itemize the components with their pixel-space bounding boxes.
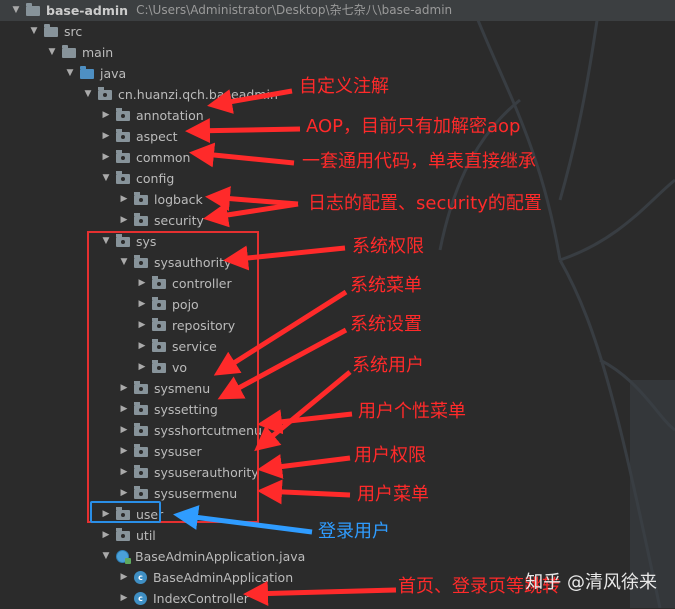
arrow-sysuserauthority — [257, 454, 351, 479]
class-icon — [134, 592, 147, 605]
package-icon — [116, 107, 130, 121]
package-icon — [116, 527, 130, 541]
sys-highlight-box — [87, 231, 259, 523]
tree-item-label: security — [154, 213, 204, 228]
package-icon — [134, 191, 148, 205]
zhihu-watermark: 知乎 @清风徐来 — [525, 572, 657, 593]
tree-item-label: src — [64, 24, 83, 39]
arrow-security — [203, 201, 299, 228]
tree-item-logback[interactable]: ▶ logback — [118, 189, 203, 210]
expand-right-icon[interactable]: ▶ — [118, 210, 130, 231]
tree-item-label: config — [136, 171, 175, 186]
tree-item-base-admin[interactable]: ▼ base-admin C:\Users\Administrator\Deskto… — [10, 0, 452, 21]
tree-item-label: aspect — [136, 129, 178, 144]
tree-item-label: BaseAdminApplication.java — [135, 549, 306, 564]
expand-right-icon[interactable]: ▶ — [100, 147, 112, 168]
expand-down-icon[interactable]: ▼ — [46, 42, 58, 63]
package-icon — [116, 149, 130, 163]
tree-item-java[interactable]: ▼ java — [64, 63, 126, 84]
expand-down-icon[interactable]: ▼ — [100, 168, 112, 189]
folder-icon — [26, 2, 40, 16]
arrow-common — [189, 142, 295, 168]
expand-right-icon[interactable]: ▶ — [118, 567, 130, 588]
tree-item-label: cn.huanzi.qch.baseadmin — [118, 87, 278, 102]
tree-item-common[interactable]: ▶ common — [100, 147, 190, 168]
annotation-label-syssetting: 系统设置 — [350, 314, 422, 335]
tree-item-label: IndexController — [153, 591, 249, 606]
package-icon — [116, 128, 130, 142]
folder-icon — [44, 23, 58, 37]
annotation-label-sysusermenu: 用户菜单 — [357, 484, 429, 505]
tree-item-config[interactable]: ▼ config — [100, 168, 174, 189]
annotation-label-config: 日志的配置、security的配置 — [308, 193, 542, 214]
expand-right-icon[interactable]: ▶ — [100, 105, 112, 126]
tree-item-label: logback — [154, 192, 203, 207]
tree-item-util[interactable]: ▶ util — [100, 525, 156, 546]
expand-down-icon[interactable]: ▼ — [100, 546, 112, 567]
tree-item-label: base-admin — [46, 3, 129, 18]
class-icon — [134, 571, 147, 584]
tree-item-src[interactable]: ▼ src — [28, 21, 82, 42]
annotation-label-aspect: AOP，目前只有加解密aop — [306, 116, 521, 137]
tree-item-label: main — [82, 45, 114, 60]
expand-down-icon[interactable]: ▼ — [64, 63, 76, 84]
tree-item-security[interactable]: ▶ security — [118, 210, 204, 231]
tree-item-aspect[interactable]: ▶ aspect — [100, 126, 178, 147]
tree-item-main[interactable]: ▼ main — [46, 42, 113, 63]
folder-icon — [62, 44, 76, 58]
expand-right-icon[interactable]: ▶ — [118, 588, 130, 609]
user-highlight-box — [90, 501, 161, 523]
tree-item-label: BaseAdminApplication — [153, 570, 294, 585]
expand-right-icon[interactable]: ▶ — [118, 189, 130, 210]
annotation-label-sysshortcutmenu: 用户个性菜单 — [358, 401, 466, 422]
java-file-icon — [116, 550, 131, 564]
arrow-logback — [205, 186, 299, 212]
tree-item-indexcontroller[interactable]: ▶ IndexController — [118, 588, 249, 609]
tree-item-baseadminapplication-java[interactable]: ▼ BaseAdminApplication.java — [100, 546, 305, 567]
annotation-label-custom-annotation: 自定义注解 — [299, 76, 389, 97]
tree-item-label: util — [136, 528, 156, 543]
arrow-sysusermenu — [257, 479, 351, 505]
tree-item-label: common — [136, 150, 191, 165]
package-icon — [134, 212, 148, 226]
annotation-label-user: 登录用户 — [318, 521, 390, 542]
annotation-label-sysuserauthority: 用户权限 — [354, 445, 426, 466]
folder-icon — [80, 65, 94, 79]
expand-right-icon[interactable]: ▶ — [100, 525, 112, 546]
arrow-aspect — [185, 118, 301, 144]
package-icon — [116, 170, 130, 184]
expand-down-icon[interactable]: ▼ — [10, 0, 22, 21]
expand-down-icon[interactable]: ▼ — [82, 84, 94, 105]
arrow-index — [243, 580, 397, 606]
tree-item-label: java — [100, 66, 127, 81]
annotation-label-common: 一套通用代码，单表直接继承 — [302, 151, 536, 172]
arrow-sysshortcutmenu — [257, 409, 353, 435]
tree-item-label: annotation — [136, 108, 204, 123]
tree-item-baseadminapplication[interactable]: ▶ BaseAdminApplication — [118, 567, 294, 588]
arrow-sysuser — [254, 370, 352, 452]
expand-down-icon[interactable]: ▼ — [28, 21, 40, 42]
tree-item-annotation[interactable]: ▶ annotation — [100, 105, 204, 126]
annotation-label-sysuser: 系统用户 — [352, 355, 424, 376]
expand-right-icon[interactable]: ▶ — [100, 126, 112, 147]
annotation-label-sysmenu: 系统菜单 — [350, 275, 422, 296]
annotation-label-sysauthority: 系统权限 — [352, 236, 424, 257]
project-path: C:\Users\Administrator\Desktop\杂七杂八\base… — [136, 3, 453, 17]
tree-item-cn-huanzi-qch-baseadmin[interactable]: ▼ cn.huanzi.qch.baseadmin — [82, 84, 278, 105]
package-icon — [98, 86, 112, 100]
